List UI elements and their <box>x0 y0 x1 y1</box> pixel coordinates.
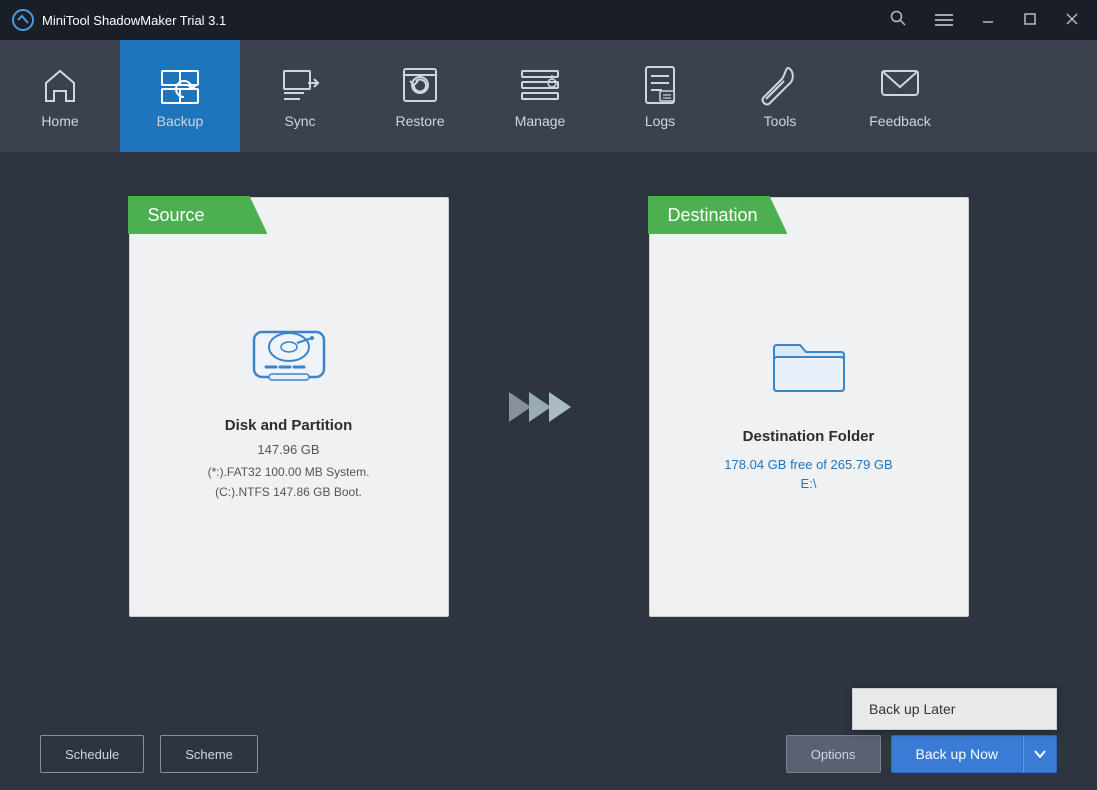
nav-item-logs[interactable]: Logs <box>600 40 720 152</box>
destination-title: Destination Folder <box>743 428 875 445</box>
sync-icon <box>278 63 322 107</box>
manage-icon <box>518 63 562 107</box>
forward-arrow-icon <box>509 382 589 432</box>
feedback-icon <box>878 63 922 107</box>
main-content: Source <box>0 152 1097 652</box>
nav-label-tools: Tools <box>764 113 797 129</box>
disk-icon <box>244 312 334 397</box>
nav-label-logs: Logs <box>645 113 675 129</box>
titlebar-controls <box>883 5 1085 36</box>
destination-content: Destination Folder 178.04 GB free of 265… <box>650 198 968 616</box>
chevron-down-icon <box>1034 750 1046 758</box>
destination-path: E:\ <box>801 476 817 491</box>
source-title: Disk and Partition <box>225 417 353 434</box>
nav-label-manage: Manage <box>515 113 566 129</box>
backup-later-item[interactable]: Back up Later <box>853 689 1056 729</box>
source-desc-line1: (*:).FAT32 100.00 MB System. <box>208 465 370 479</box>
nav-item-backup[interactable]: Backup <box>120 40 240 152</box>
source-size: 147.96 GB <box>257 442 319 457</box>
nav-item-sync[interactable]: Sync <box>240 40 360 152</box>
nav-item-tools[interactable]: Tools <box>720 40 840 152</box>
nav-item-restore[interactable]: Restore <box>360 40 480 152</box>
options-button[interactable]: Options <box>786 735 881 773</box>
nav-item-manage[interactable]: Manage <box>480 40 600 152</box>
home-icon <box>38 63 82 107</box>
navbar: Home Backup Sync Re <box>0 40 1097 152</box>
backup-dropdown-menu: Back up Later <box>852 688 1057 730</box>
nav-label-home: Home <box>41 113 78 129</box>
titlebar-left: MiniTool ShadowMaker Trial 3.1 <box>12 9 226 31</box>
backup-dropdown-button[interactable] <box>1023 735 1057 773</box>
search-icon[interactable] <box>883 5 913 36</box>
nav-label-feedback: Feedback <box>869 113 930 129</box>
bottom-right-buttons: Options Back up Now <box>786 735 1057 773</box>
source-content: Disk and Partition 147.96 GB (*:).FAT32 … <box>130 198 448 616</box>
minimize-icon[interactable] <box>975 6 1001 35</box>
destination-card[interactable]: Destination Destination Folder 178.04 GB… <box>649 197 969 617</box>
nav-label-backup: Backup <box>157 113 204 129</box>
app-logo <box>12 9 34 31</box>
source-desc-line2: (C:).NTFS 147.86 GB Boot. <box>215 485 362 499</box>
destination-header-label: Destination <box>668 205 758 226</box>
schedule-button[interactable]: Schedule <box>40 735 144 773</box>
nav-label-sync: Sync <box>284 113 315 129</box>
backup-button-group: Back up Now <box>891 735 1057 773</box>
nav-label-restore: Restore <box>395 113 444 129</box>
maximize-icon[interactable] <box>1017 6 1043 35</box>
source-desc: (*:).FAT32 100.00 MB System. (C:).NTFS 1… <box>208 463 370 501</box>
close-icon[interactable] <box>1059 6 1085 35</box>
folder-icon <box>764 323 854 408</box>
titlebar: MiniTool ShadowMaker Trial 3.1 <box>0 0 1097 40</box>
source-header-label: Source <box>148 205 205 226</box>
scheme-button[interactable]: Scheme <box>160 735 258 773</box>
app-title: MiniTool ShadowMaker Trial 3.1 <box>42 13 226 28</box>
backup-icon <box>158 63 202 107</box>
nav-item-home[interactable]: Home <box>0 40 120 152</box>
bottom-left-buttons: Schedule Scheme <box>40 735 258 773</box>
logs-icon <box>638 63 682 107</box>
restore-icon <box>398 63 442 107</box>
nav-item-feedback[interactable]: Feedback <box>840 40 960 152</box>
tools-icon <box>758 63 802 107</box>
destination-header: Destination <box>648 196 788 234</box>
arrow-container <box>509 382 589 432</box>
backup-now-button[interactable]: Back up Now <box>891 735 1023 773</box>
source-header: Source <box>128 196 268 234</box>
source-card[interactable]: Source <box>129 197 449 617</box>
destination-free-space: 178.04 GB free of 265.79 GB <box>724 453 892 476</box>
menu-icon[interactable] <box>929 6 959 35</box>
